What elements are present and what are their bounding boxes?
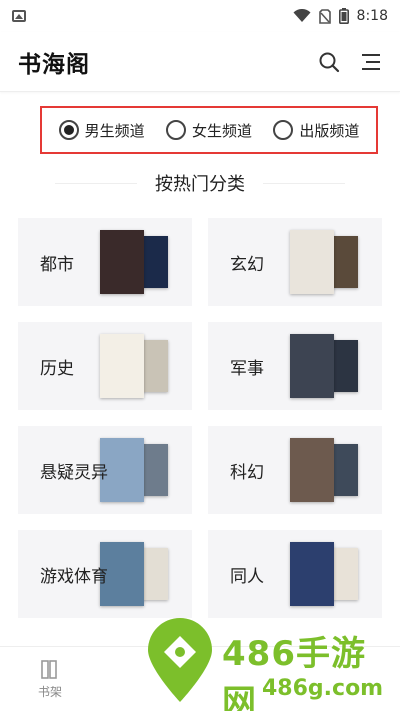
book-covers [290, 438, 368, 502]
book-cover-image [100, 334, 144, 398]
watermark-domain: 486g.com [262, 676, 384, 701]
category-card-dushi[interactable]: 都市 [18, 218, 192, 306]
radio-unchecked-icon[interactable] [273, 120, 294, 140]
status-right: 8:18 [293, 8, 388, 24]
category-grid: 都市 玄幻 历史 军事 悬疑灵异 科幻 游戏体育 同人 [18, 218, 382, 618]
category-label: 游戏体育 [40, 566, 108, 587]
section-header: 按热门分类 [0, 168, 400, 198]
category-card-xuanyi[interactable]: 悬疑灵异 [18, 426, 192, 514]
channel-male[interactable]: 男生频道 [58, 120, 145, 141]
book-covers [100, 438, 178, 502]
book-covers [290, 334, 368, 398]
battery-icon [338, 8, 349, 24]
category-label: 历史 [40, 358, 74, 379]
channel-selector: 男生频道 女生频道 出版频道 [40, 106, 378, 154]
radio-unchecked-icon[interactable] [165, 120, 186, 140]
category-label: 科幻 [230, 462, 264, 483]
status-time: 8:18 [356, 8, 388, 24]
book-cover-image [290, 230, 334, 294]
book-covers [290, 230, 368, 294]
section-title: 按热门分类 [155, 174, 245, 195]
category-label: 军事 [230, 358, 264, 379]
channel-publish[interactable]: 出版频道 [273, 120, 359, 141]
channel-female[interactable]: 女生频道 [165, 120, 252, 141]
image-notification-icon [12, 10, 26, 22]
watermark-logo-icon [148, 618, 212, 702]
category-label: 玄幻 [230, 254, 264, 275]
nav-bookshelf[interactable]: 书架 [0, 658, 100, 700]
channel-male-label: 男生频道 [84, 121, 145, 140]
category-card-lishi[interactable]: 历史 [18, 322, 192, 410]
category-card-junshi[interactable]: 军事 [208, 322, 382, 410]
app-actions [318, 51, 382, 73]
search-icon[interactable] [318, 51, 340, 73]
divider-right [263, 182, 345, 184]
divider-left [55, 182, 137, 184]
book-cover-image [100, 230, 144, 294]
category-label: 悬疑灵异 [40, 462, 108, 483]
category-card-xuanhuan[interactable]: 玄幻 [208, 218, 382, 306]
category-card-youxi[interactable]: 游戏体育 [18, 530, 192, 618]
app-title: 书海阁 [18, 51, 90, 78]
app-bar: 书海阁 [0, 32, 400, 92]
wifi-icon [293, 9, 311, 22]
book-covers [290, 542, 368, 606]
menu-icon[interactable] [360, 52, 382, 72]
book-covers [100, 334, 178, 398]
book-covers [100, 230, 178, 294]
book-cover-image [290, 542, 334, 606]
nav-bookshelf-label: 书架 [37, 685, 62, 699]
channel-publish-label: 出版频道 [299, 121, 360, 140]
no-sim-icon [318, 8, 331, 24]
category-label: 都市 [40, 254, 74, 275]
book-cover-image [290, 334, 334, 398]
watermark: 486手游网 486g.com [138, 612, 400, 711]
status-left [12, 10, 26, 22]
category-label: 同人 [230, 566, 264, 587]
category-card-kehuan[interactable]: 科幻 [208, 426, 382, 514]
radio-checked-icon[interactable] [58, 120, 79, 140]
category-card-tongren[interactable]: 同人 [208, 530, 382, 618]
bookshelf-icon [41, 660, 57, 679]
book-covers [100, 542, 178, 606]
book-cover-image [290, 438, 334, 502]
status-bar: 8:18 [0, 0, 400, 32]
channel-female-label: 女生频道 [191, 121, 252, 140]
